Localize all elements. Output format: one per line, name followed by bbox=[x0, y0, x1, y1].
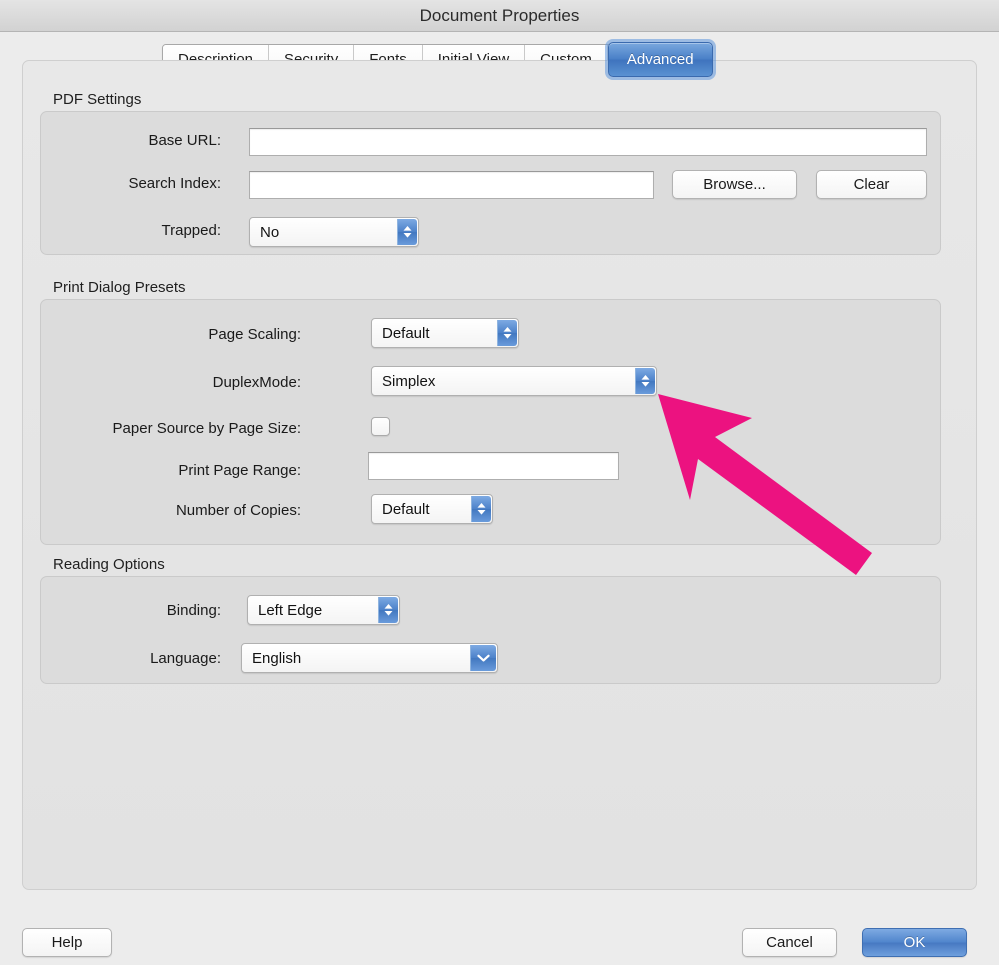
print-dialog-presets-group-title: Print Dialog Presets bbox=[53, 279, 186, 296]
up-down-chevron-icon[interactable] bbox=[497, 320, 517, 346]
print-page-range-input[interactable] bbox=[368, 452, 619, 480]
duplexmode-value: Simplex bbox=[372, 373, 656, 390]
paper-source-by-page-size-label: Paper Source by Page Size: bbox=[51, 420, 301, 437]
up-down-chevron-icon[interactable] bbox=[471, 496, 491, 522]
search-index-label: Search Index: bbox=[51, 175, 221, 192]
tab-advanced[interactable]: Advanced bbox=[608, 42, 713, 77]
trapped-value: No bbox=[250, 224, 418, 241]
clear-button[interactable]: Clear bbox=[816, 170, 927, 199]
duplexmode-popup-arrows[interactable] bbox=[635, 368, 655, 394]
page-scaling-popup[interactable]: Default bbox=[371, 318, 519, 348]
duplexmode-label: DuplexMode: bbox=[51, 374, 301, 391]
trapped-popup[interactable]: No bbox=[249, 217, 419, 247]
binding-popup[interactable]: Left Edge bbox=[247, 595, 400, 625]
window-titlebar: Document Properties bbox=[0, 0, 999, 32]
reading-options-group-title: Reading Options bbox=[53, 556, 165, 573]
language-combobox[interactable]: English bbox=[241, 643, 498, 673]
language-label: Language: bbox=[51, 650, 221, 667]
binding-value: Left Edge bbox=[248, 602, 399, 619]
cancel-button[interactable]: Cancel bbox=[742, 928, 837, 957]
base-url-label: Base URL: bbox=[51, 132, 221, 149]
paper-source-by-page-size-checkbox[interactable] bbox=[371, 417, 390, 436]
tab-content-panel: PDF Settings Base URL: Search Index: Bro… bbox=[22, 60, 977, 890]
browse-button[interactable]: Browse... bbox=[672, 170, 797, 199]
page-scaling-label: Page Scaling: bbox=[51, 326, 301, 343]
search-index-input[interactable] bbox=[249, 171, 654, 199]
base-url-input[interactable] bbox=[249, 128, 927, 156]
document-properties-dialog: Document Properties Description Security… bbox=[0, 0, 999, 965]
help-button[interactable]: Help bbox=[22, 928, 112, 957]
up-down-chevron-icon[interactable] bbox=[378, 597, 398, 623]
ok-button[interactable]: OK bbox=[862, 928, 967, 957]
binding-label: Binding: bbox=[51, 602, 221, 619]
up-down-chevron-icon[interactable] bbox=[397, 219, 417, 245]
chevron-down-icon[interactable] bbox=[470, 645, 496, 671]
language-value: English bbox=[242, 650, 497, 667]
pdf-settings-group-title: PDF Settings bbox=[53, 91, 141, 108]
number-of-copies-popup[interactable]: Default bbox=[371, 494, 493, 524]
duplexmode-popup[interactable]: Simplex bbox=[371, 366, 657, 396]
trapped-label: Trapped: bbox=[51, 222, 221, 239]
window-title: Document Properties bbox=[0, 0, 999, 31]
print-page-range-label: Print Page Range: bbox=[51, 462, 301, 479]
number-of-copies-label: Number of Copies: bbox=[51, 502, 301, 519]
